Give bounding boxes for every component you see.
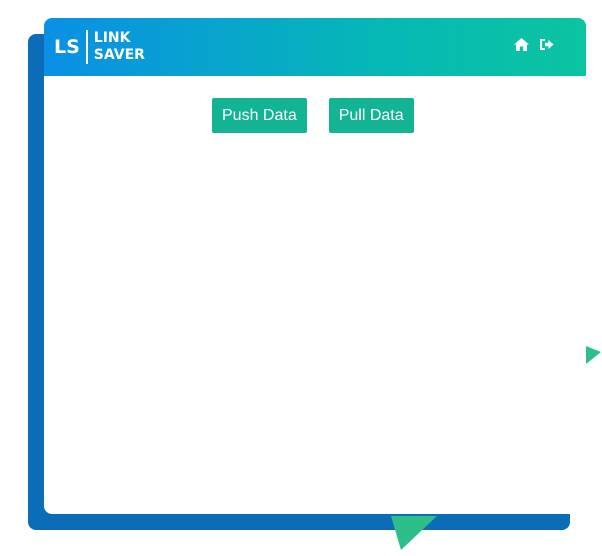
page: LS LINK SAVER Push Data Pull Data — [0, 0, 602, 556]
main-card: LS LINK SAVER Push Data Pull Data — [44, 18, 586, 514]
sign-out-icon[interactable] — [539, 38, 554, 51]
data-actions: Push Data Pull Data — [212, 98, 414, 133]
header-actions — [514, 38, 554, 51]
brand-name: LINK SAVER — [88, 30, 145, 64]
home-icon[interactable] — [514, 38, 529, 51]
decor-triangle-bottom — [391, 516, 437, 550]
brand-logo[interactable]: LS LINK SAVER — [54, 27, 145, 67]
app-header: LS LINK SAVER — [44, 18, 586, 76]
push-data-button[interactable]: Push Data — [212, 98, 307, 133]
decor-triangle-right — [586, 346, 601, 364]
pull-data-button[interactable]: Pull Data — [328, 98, 414, 133]
brand-name-line2: SAVER — [93, 47, 145, 63]
brand-name-line1: LINK — [93, 30, 131, 46]
brand-mark: LS — [54, 30, 88, 64]
